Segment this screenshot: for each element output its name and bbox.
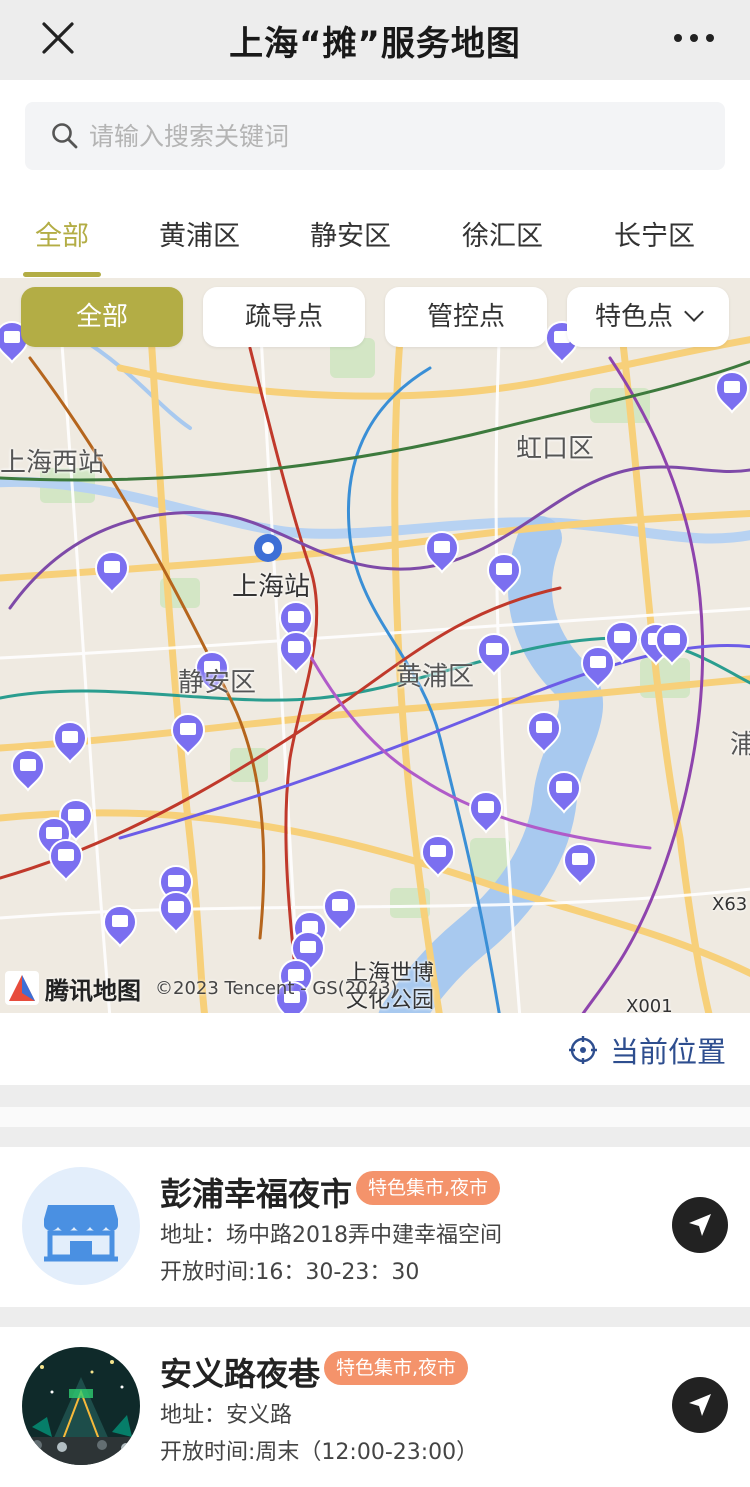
tencent-map-logo [5, 971, 39, 1005]
tab-xuhui[interactable]: 徐汇区 [462, 214, 543, 253]
search-box[interactable] [25, 102, 725, 170]
filter-chips: 全部 疏导点 管控点 特色点 [0, 278, 750, 350]
search-area [0, 80, 750, 190]
map-label-jingan: 静安区 [178, 668, 257, 698]
night-market-photo [22, 1347, 140, 1465]
listing-card[interactable]: 彭浦幸福夜市 特色集市,夜市 地址：场中路2018弄中建幸福空间 开放时间:16… [0, 1147, 750, 1307]
top-bar: 上海“摊”服务地图 [0, 0, 750, 80]
map-label-hongkou: 虹口区 [516, 434, 595, 464]
chip-all-label: 全部 [75, 302, 128, 332]
stall-marker[interactable] [562, 842, 598, 886]
map-label-shanghai-station: 上海站 [232, 572, 311, 602]
chip-featured[interactable]: 特色点 [567, 287, 729, 347]
search-icon [51, 122, 79, 150]
more-icon[interactable] [672, 24, 716, 52]
tab-changning[interactable]: 长宁区 [614, 214, 695, 253]
page-title: 上海“摊”服务地图 [229, 24, 521, 64]
listing-card[interactable]: 安义路夜巷 特色集市,夜市 地址：安义路 开放时间:周末（12:00-23:00… [0, 1327, 750, 1487]
locate-row: 当前位置 [0, 1013, 750, 1085]
listing-address: 地址：场中路2018弄中建幸福空间 [160, 1223, 502, 1248]
map-label-x001: X001 [626, 996, 673, 1013]
navigation-arrow-icon [689, 1394, 711, 1416]
divider [0, 1127, 750, 1147]
crosshair-icon [568, 1036, 597, 1064]
stall-marker[interactable] [476, 632, 512, 676]
tab-all[interactable]: 全部 [35, 214, 89, 253]
chip-guidance-label: 疏导点 [244, 302, 323, 332]
marker-group [0, 320, 750, 1013]
stall-marker[interactable] [278, 630, 314, 674]
map-label-pu: 浦 [730, 730, 750, 760]
stall-marker[interactable] [322, 888, 358, 932]
listing-name: 彭浦幸福夜市 [160, 1175, 353, 1213]
map-attribution: 腾讯地图 ©2023 Tencent - GS(2023) [5, 969, 398, 1007]
listing-hours: 开放时间:周末（12:00-23:00） [160, 1440, 479, 1465]
map-label-x63: X63 [712, 894, 748, 915]
listing-address: 地址：安义路 [160, 1403, 293, 1428]
stall-marker[interactable] [158, 890, 194, 934]
stall-marker[interactable] [52, 720, 88, 764]
listing-tag: 特色集市,夜市 [324, 1351, 469, 1385]
storefront-icon [22, 1167, 140, 1285]
listing-name: 安义路夜巷 [160, 1355, 321, 1393]
map-label-shanghai-west: 上海西站 [0, 448, 105, 478]
chip-guidance[interactable]: 疏导点 [203, 287, 365, 347]
map-canvas [0, 314, 750, 1013]
divider [0, 1107, 750, 1127]
stall-marker[interactable] [94, 550, 130, 594]
map-label-huangpu: 黄浦区 [396, 662, 475, 692]
map-copyright: ©2023 Tencent - GS(2023) [155, 977, 398, 999]
divider [0, 1085, 750, 1107]
listing-tag: 特色集市,夜市 [356, 1171, 501, 1205]
divider [0, 1307, 750, 1327]
district-tabs: 全部 黄浦区 静安区 徐汇区 长宁区 [0, 190, 750, 278]
navigation-arrow-icon [689, 1214, 711, 1236]
search-input[interactable] [89, 102, 709, 170]
chevron-down-icon [684, 302, 704, 322]
listing-hours: 开放时间:16：30-23：30 [160, 1260, 420, 1285]
stall-marker[interactable] [48, 838, 84, 882]
map-provider: 腾讯地图 [45, 976, 141, 1005]
active-tab-indicator [23, 272, 101, 277]
stall-marker[interactable] [714, 370, 750, 414]
chip-control-label: 管控点 [426, 302, 505, 332]
stall-marker[interactable] [170, 712, 206, 756]
tab-huangpu[interactable]: 黄浦区 [159, 214, 240, 253]
current-location-label: 当前位置 [609, 1035, 726, 1069]
stall-marker[interactable] [10, 748, 46, 792]
stall-marker[interactable] [468, 790, 504, 834]
chip-all[interactable]: 全部 [21, 287, 183, 347]
tab-jingan[interactable]: 静安区 [310, 214, 391, 253]
map-view[interactable]: 上海西站 虹口区 上海站 静安区 黄浦区 上海世博 文化公园 浦 X63 X00… [0, 278, 750, 1013]
chip-featured-label: 特色点 [594, 302, 673, 332]
chip-control[interactable]: 管控点 [385, 287, 547, 347]
current-location-button[interactable]: 当前位置 [568, 1029, 726, 1071]
navigate-button[interactable] [672, 1377, 728, 1433]
navigate-button[interactable] [672, 1197, 728, 1253]
stall-marker[interactable] [102, 904, 138, 948]
